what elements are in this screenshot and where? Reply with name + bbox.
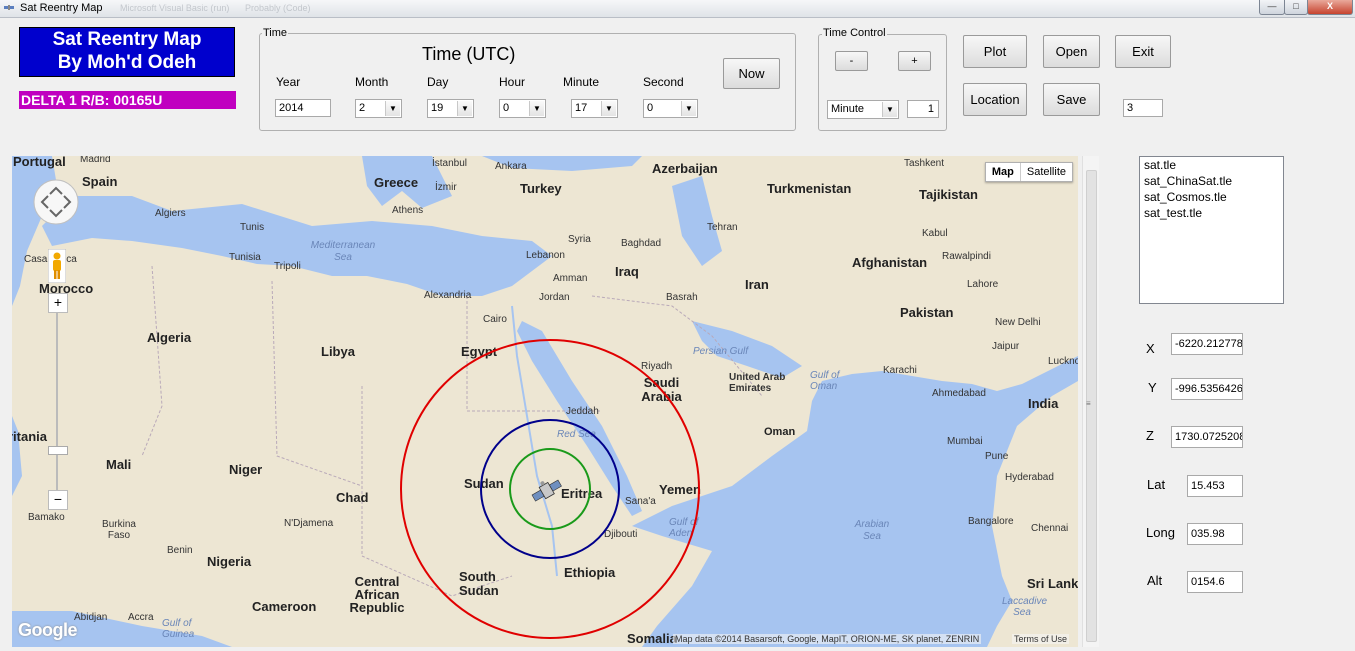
list-item[interactable]: sat.tle bbox=[1140, 157, 1283, 173]
map-view[interactable]: Portugal Madrid Spain Greece Athens Algi… bbox=[12, 156, 1078, 647]
day-label: Day bbox=[427, 75, 449, 89]
satellite-name-label: DELTA 1 R/B: 00165U bbox=[19, 91, 236, 109]
map-type-satellite-button[interactable]: Satellite bbox=[1021, 163, 1072, 181]
reentry-footprint bbox=[400, 339, 700, 639]
chevron-down-icon[interactable]: ▼ bbox=[529, 101, 544, 116]
zoom-out-button[interactable]: − bbox=[48, 490, 68, 510]
pan-control-icon[interactable] bbox=[32, 178, 80, 226]
street-view-pegman-icon[interactable] bbox=[48, 249, 66, 283]
second-select[interactable]: 0 ▼ bbox=[643, 99, 698, 118]
app-brand-banner: Sat Reentry Map By Moh'd Odeh bbox=[19, 27, 235, 77]
chevron-down-icon[interactable]: ▼ bbox=[601, 101, 616, 116]
hour-value: 0 bbox=[503, 102, 510, 114]
alt-label: Alt bbox=[1147, 573, 1163, 588]
maximize-button[interactable]: □ bbox=[1284, 0, 1308, 15]
time-control-label: Time Control bbox=[822, 27, 887, 39]
hour-label: Hour bbox=[499, 75, 526, 89]
satellite-marker-icon[interactable] bbox=[530, 476, 564, 506]
now-button[interactable]: Now bbox=[723, 58, 780, 89]
window-title: Sat Reentry Map bbox=[20, 2, 103, 14]
close-icon: X bbox=[1326, 1, 1333, 11]
window-title-bar[interactable]: Sat Reentry Map Microsoft Visual Basic (… bbox=[0, 0, 1355, 18]
chevron-down-icon[interactable]: ▼ bbox=[457, 101, 472, 116]
open-button[interactable]: Open bbox=[1043, 35, 1100, 68]
time-group-label: Time bbox=[262, 27, 289, 39]
month-value: 2 bbox=[359, 102, 366, 114]
step-back-button[interactable]: - bbox=[835, 51, 868, 71]
maximize-icon: □ bbox=[1293, 1, 1299, 11]
zoom-slider-handle[interactable] bbox=[48, 446, 68, 455]
zoom-slider-track[interactable] bbox=[56, 312, 58, 490]
scrollbar-grip-icon: ≡ bbox=[1086, 399, 1091, 408]
time-unit-value: Minute bbox=[831, 103, 865, 115]
altitude-field[interactable]: 0154.6 bbox=[1187, 571, 1243, 593]
chevron-down-icon[interactable]: ▼ bbox=[882, 102, 897, 117]
window-ghost-title: Microsoft Visual Basic (run) bbox=[120, 3, 230, 13]
longitude-field[interactable]: 035.98 bbox=[1187, 523, 1243, 545]
map-attribution: Map data ©2014 Basarsoft, Google, MapIT,… bbox=[673, 634, 982, 644]
year-label: Year bbox=[276, 75, 301, 89]
y-label: Y bbox=[1148, 380, 1157, 395]
month-select[interactable]: 2 ▼ bbox=[355, 99, 402, 118]
window-ghost-title: Probably (Code) bbox=[245, 3, 311, 13]
chevron-down-icon[interactable]: ▼ bbox=[681, 101, 696, 116]
time-heading: Time (UTC) bbox=[422, 44, 516, 64]
list-item[interactable]: sat_test.tle bbox=[1140, 205, 1283, 221]
second-value: 0 bbox=[647, 102, 654, 114]
close-button[interactable]: X bbox=[1307, 0, 1353, 15]
minimize-icon: — bbox=[1267, 1, 1277, 11]
step-forward-button[interactable]: + bbox=[898, 51, 931, 71]
list-item[interactable]: sat_Cosmos.tle bbox=[1140, 189, 1283, 205]
x-coordinate-field[interactable]: -6220.212778 bbox=[1171, 333, 1243, 355]
hour-select[interactable]: 0 ▼ bbox=[499, 99, 546, 118]
day-value: 19 bbox=[431, 102, 444, 114]
brand-title: Sat Reentry Map bbox=[52, 29, 202, 50]
time-unit-select[interactable]: Minute ▼ bbox=[827, 100, 899, 119]
z-label: Z bbox=[1146, 428, 1154, 443]
satellite-app-icon bbox=[4, 5, 14, 10]
list-item[interactable]: sat_ChinaSat.tle bbox=[1140, 173, 1283, 189]
long-label: Long bbox=[1146, 525, 1175, 540]
y-coordinate-field[interactable]: -996.5356426 bbox=[1171, 378, 1243, 400]
minute-label: Minute bbox=[563, 75, 600, 89]
lat-label: Lat bbox=[1147, 477, 1166, 492]
time-step-input[interactable]: 1 bbox=[907, 100, 939, 118]
minimize-button[interactable]: — bbox=[1259, 0, 1285, 15]
map-vertical-scrollbar[interactable]: ≡ bbox=[1082, 156, 1099, 647]
location-button[interactable]: Location bbox=[963, 83, 1027, 116]
second-label: Second bbox=[643, 75, 684, 89]
latitude-field[interactable]: 15.453 bbox=[1187, 475, 1243, 497]
plot-button[interactable]: Plot bbox=[963, 35, 1027, 68]
save-button[interactable]: Save bbox=[1043, 83, 1100, 116]
z-coordinate-field[interactable]: 1730.0725208 bbox=[1171, 426, 1243, 448]
map-type-map-button[interactable]: Map bbox=[986, 163, 1021, 181]
google-logo: Google bbox=[18, 620, 78, 640]
minute-value: 17 bbox=[575, 102, 588, 114]
chevron-down-icon[interactable]: ▼ bbox=[385, 101, 400, 116]
x-label: X bbox=[1146, 341, 1155, 356]
extra-value-input[interactable]: 3 bbox=[1123, 99, 1163, 117]
brand-author: By Moh'd Odeh bbox=[57, 52, 197, 73]
exit-button[interactable]: Exit bbox=[1115, 35, 1171, 68]
terms-of-use-link[interactable]: Terms of Use bbox=[1012, 634, 1070, 644]
zoom-in-button[interactable]: + bbox=[48, 293, 68, 313]
tle-file-list[interactable]: sat.tle sat_ChinaSat.tle sat_Cosmos.tle … bbox=[1139, 156, 1284, 304]
year-input[interactable]: 2014 bbox=[275, 99, 331, 117]
minute-select[interactable]: 17 ▼ bbox=[571, 99, 618, 118]
day-select[interactable]: 19 ▼ bbox=[427, 99, 474, 118]
map-type-control[interactable]: Map Satellite bbox=[984, 162, 1073, 182]
month-label: Month bbox=[355, 75, 389, 89]
